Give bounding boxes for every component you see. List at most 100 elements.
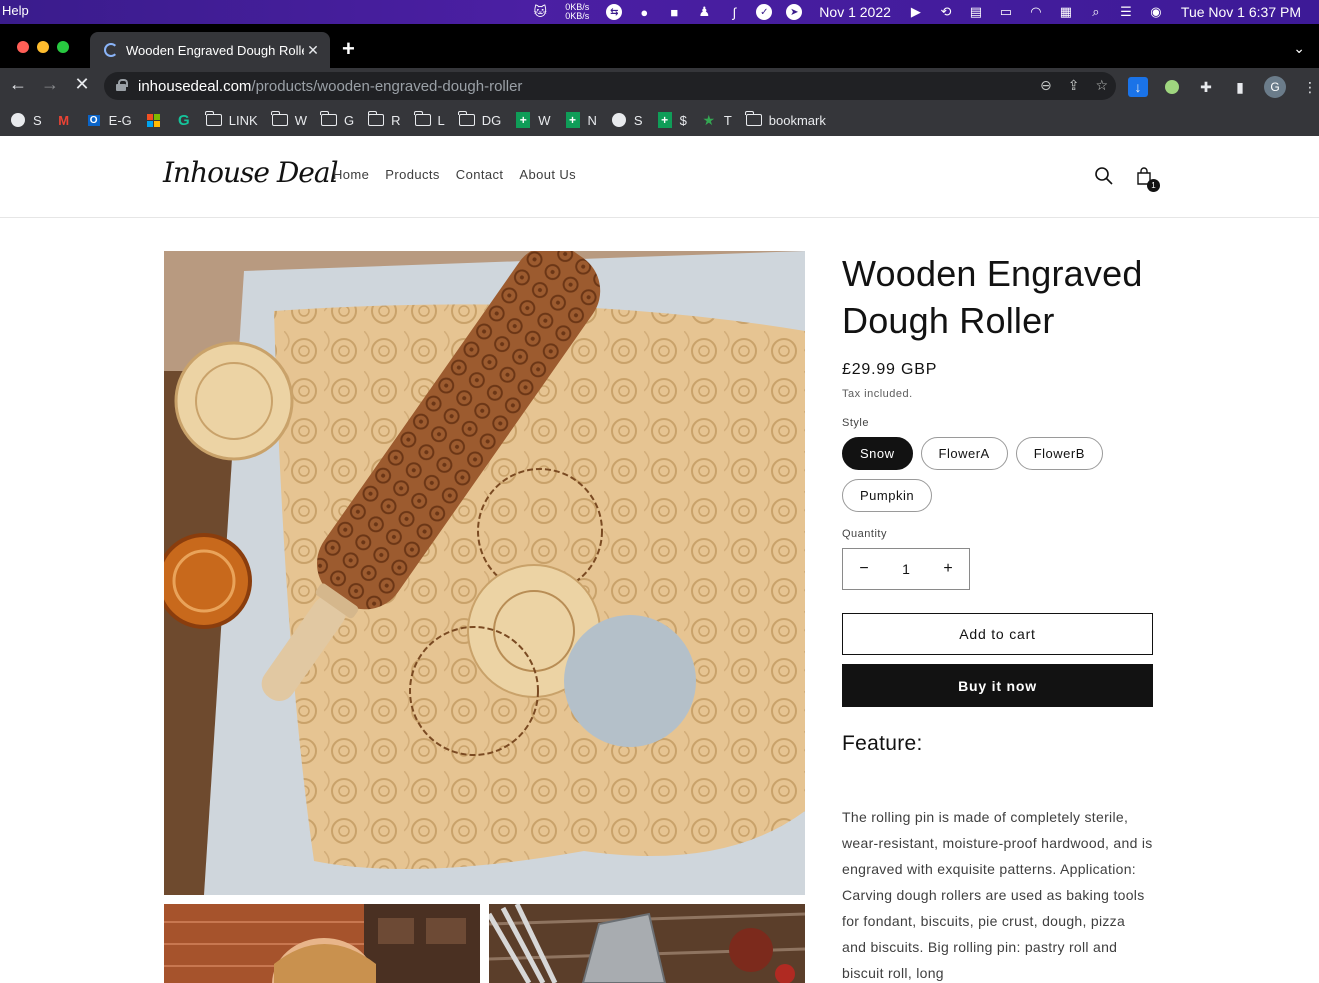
buy-it-now-button[interactable]: Buy it now (842, 664, 1153, 707)
nav-home[interactable]: Home (333, 167, 369, 182)
wifi-icon[interactable]: ◠ (1028, 4, 1044, 20)
bookmark-item[interactable]: + N (565, 112, 597, 128)
bookmark-item[interactable]: + $ (657, 112, 687, 128)
folder-icon (320, 111, 337, 128)
address-bar[interactable]: inhousedeal.com/products/wooden-engraved… (104, 72, 1116, 100)
product-thumbnail-2[interactable] (489, 904, 805, 983)
bookmark-label: W (294, 112, 307, 128)
nav-about-us[interactable]: About Us (519, 167, 576, 182)
tab-close-icon[interactable]: ✕ (304, 42, 322, 59)
siri-icon[interactable]: ◉ (1148, 4, 1164, 20)
menubar-date[interactable]: Nov 1 2022 (819, 4, 891, 20)
style-option-flowera[interactable]: FlowerA (920, 437, 1008, 470)
color-extension-icon[interactable] (1162, 77, 1182, 97)
back-button[interactable]: ← (6, 74, 30, 95)
product-title: Wooden Engraved Dough Roller (842, 253, 1143, 341)
style-option-pumpkin[interactable]: Pumpkin (842, 479, 933, 512)
store-logo[interactable]: Inhouse Deal (163, 156, 339, 189)
quantity-input[interactable]: 1 (902, 561, 910, 577)
us-flag-icon[interactable]: ▤ (968, 4, 984, 20)
dough-roller-photo (164, 251, 805, 895)
profile-avatar[interactable]: G (1264, 76, 1286, 98)
bookmark-label: G (343, 112, 355, 128)
sheets-icon: + (515, 112, 531, 128)
qq-icon[interactable]: ♟ (696, 4, 712, 20)
new-tab-button[interactable]: + (342, 38, 355, 60)
lock-icon[interactable] (116, 79, 128, 91)
sheets-icon: + (565, 112, 581, 128)
window-zoom-button[interactable] (57, 41, 69, 53)
tab-search-chevron-icon[interactable]: ⌄ (1293, 40, 1305, 57)
url-text[interactable]: inhousedeal.com/products/wooden-engraved… (138, 78, 522, 95)
zoom-icon[interactable]: ⊖ (1040, 77, 1052, 94)
product-main-image[interactable] (164, 251, 805, 895)
bookmark-item[interactable]: DG (458, 111, 502, 128)
side-panel-icon[interactable]: ▮ (1230, 77, 1250, 97)
control-center-icon[interactable]: ☰ (1118, 4, 1134, 20)
bookmark-item[interactable] (146, 112, 162, 128)
bookmark-item[interactable]: ★ T (701, 112, 732, 128)
memory-icon[interactable]: ▦ (1058, 4, 1074, 20)
bookmark-item[interactable]: M (56, 112, 72, 128)
nav-products[interactable]: Products (385, 167, 440, 182)
product-thumbnail-1[interactable] (164, 904, 480, 983)
share-icon[interactable]: ⇪ (1068, 77, 1080, 94)
cart-button[interactable]: 1 (1134, 166, 1160, 192)
style-option-snow[interactable]: Snow (842, 437, 913, 470)
forward-button[interactable]: → (38, 74, 62, 95)
bookmark-item[interactable]: G (320, 111, 355, 128)
add-to-cart-button[interactable]: Add to cart (842, 613, 1153, 655)
script-icon[interactable]: ∫ (726, 4, 742, 20)
bookmark-item[interactable]: S (10, 112, 42, 128)
bookmark-label: DG (481, 112, 502, 128)
product-price: £29.99 GBP (842, 361, 938, 378)
bookmark-label: R (391, 112, 401, 128)
app-tray-icon[interactable]: ■ (666, 4, 682, 20)
bookmark-item[interactable]: S (611, 112, 643, 128)
nav-contact[interactable]: Contact (456, 167, 504, 182)
menubar-clock[interactable]: Tue Nov 1 6:37 PM (1181, 4, 1301, 20)
time-machine-icon[interactable]: ⟲ (938, 4, 954, 20)
style-option-flowerb[interactable]: FlowerB (1015, 437, 1103, 470)
loading-spinner-icon (104, 43, 118, 57)
bookmark-label: T (723, 112, 732, 128)
style-label: Style (842, 417, 869, 429)
bookmark-item[interactable]: + W (515, 112, 551, 128)
window-close-button[interactable] (17, 41, 29, 53)
window-minimize-button[interactable] (37, 41, 49, 53)
compass-icon[interactable]: ➤ (786, 4, 803, 20)
bookmark-item[interactable]: L (414, 111, 445, 128)
folder-icon (205, 111, 222, 128)
bookmark-label: N (587, 112, 597, 128)
bookmark-star-icon[interactable]: ☆ (1095, 77, 1108, 94)
extensions-puzzle-icon[interactable]: ✚ (1196, 77, 1216, 97)
bookmark-item[interactable]: G (176, 112, 192, 129)
bookmark-item[interactable]: O E-G (86, 112, 132, 128)
play-icon[interactable]: ▶ (908, 4, 924, 20)
teamviewer-icon[interactable]: ⇆ (606, 4, 623, 20)
download-extension-icon[interactable]: ↓ (1128, 77, 1148, 97)
macos-menu-bar: Help 🐱 0KB/s 0KB/s ⇆ ● ■ ♟ ∫ ✓ ➤ Nov 1 20… (0, 0, 1319, 24)
quantity-increase-button[interactable]: + (941, 560, 955, 578)
star-icon: ★ (702, 111, 716, 128)
globe-icon (10, 112, 26, 128)
quantity-decrease-button[interactable]: − (857, 560, 871, 578)
product-description: The rolling pin is made of completely st… (842, 809, 1153, 981)
active-tab[interactable]: Wooden Engraved Dough Roller ✕ (90, 32, 330, 68)
stop-loading-button[interactable]: ✕ (70, 74, 94, 95)
bookmark-item[interactable]: W (271, 111, 307, 128)
bookmark-item[interactable]: R (367, 111, 401, 128)
browser-menu-icon[interactable]: ⋮ (1300, 77, 1319, 97)
quantity-label: Quantity (842, 528, 887, 540)
wechat-icon[interactable]: ● (636, 4, 652, 20)
bookmark-item[interactable]: bookmark (745, 111, 826, 128)
bookmark-item[interactable]: LINK (205, 111, 258, 128)
microsoft-icon (146, 112, 162, 128)
outlook-icon: O (87, 114, 100, 126)
help-menu[interactable]: Help (2, 3, 29, 18)
cat-icon[interactable]: 🐱 (532, 4, 548, 20)
spotlight-search-icon[interactable]: ⌕ (1088, 4, 1104, 20)
search-icon[interactable] (1094, 166, 1114, 186)
check-icon[interactable]: ✓ (756, 4, 773, 20)
battery-icon[interactable]: ▭ (998, 4, 1014, 20)
